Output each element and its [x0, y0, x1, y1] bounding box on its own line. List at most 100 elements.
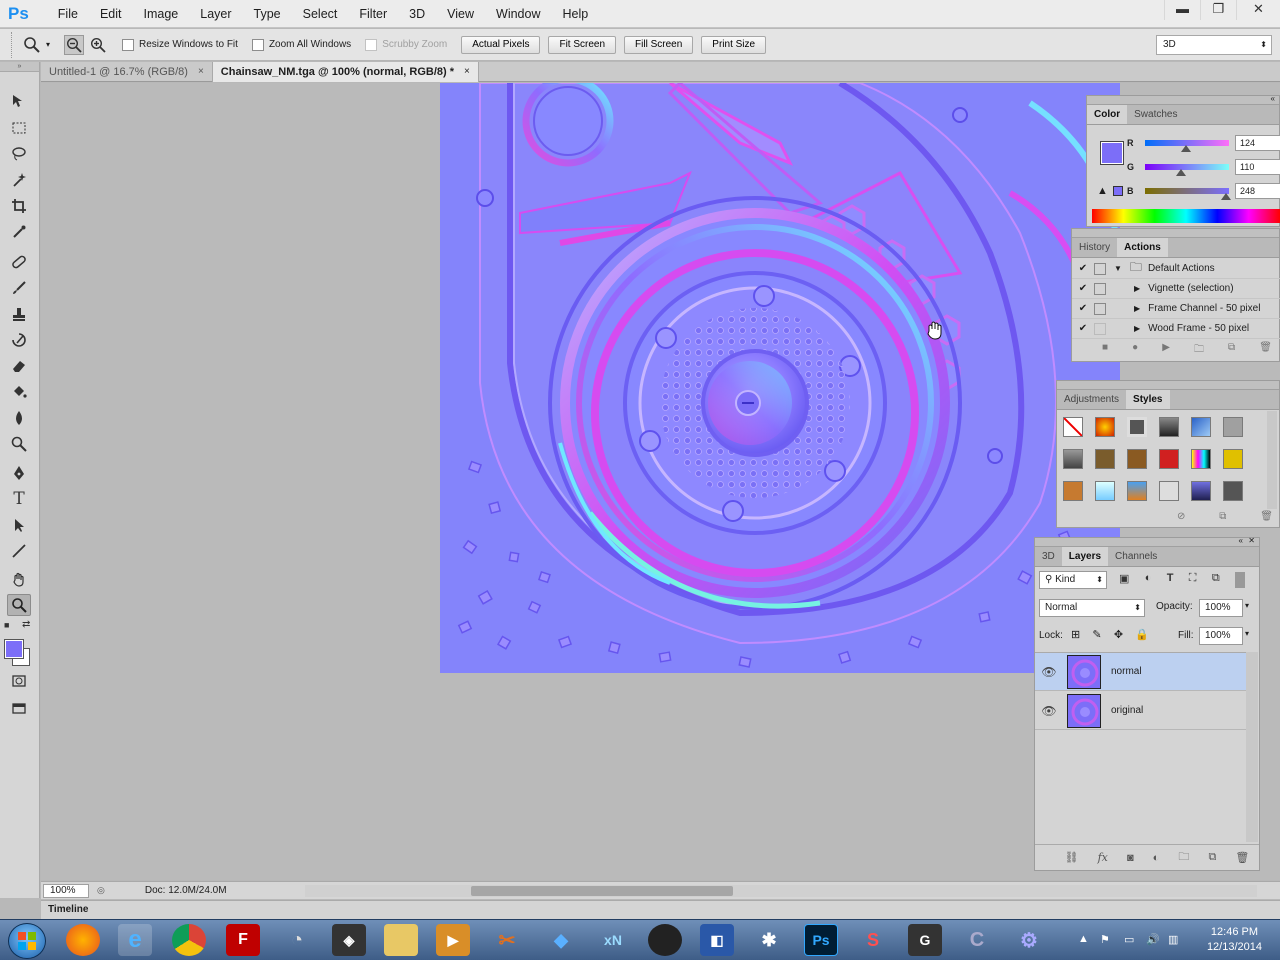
normal-map-image[interactable] [440, 83, 1120, 673]
stop-icon[interactable]: ■ [1102, 342, 1108, 359]
red-slider[interactable] [1145, 140, 1229, 152]
check-icon[interactable]: ✔ [1072, 263, 1094, 274]
default-colors-icon[interactable]: ■ [4, 620, 9, 630]
style-swatch[interactable] [1159, 449, 1179, 469]
expanded-triangle-icon[interactable]: ▼ [1114, 264, 1122, 273]
display-icon[interactable]: ▭ [1124, 933, 1134, 946]
menu-type[interactable]: Type [243, 7, 292, 21]
close-tab-icon[interactable]: × [464, 62, 470, 82]
dropbox-icon[interactable]: ◆ [544, 924, 578, 956]
gamut-warning-icon[interactable]: ▲ [1097, 185, 1108, 197]
styles-scrollbar[interactable] [1267, 411, 1277, 509]
style-swatch[interactable] [1191, 417, 1211, 437]
action-set-default[interactable]: ✔ ▼ 🗀 Default Actions [1072, 259, 1280, 279]
cc-app-icon[interactable]: C [960, 924, 994, 956]
healing-brush-tool-icon[interactable] [7, 251, 31, 273]
tools-collapse-icon[interactable]: » [0, 62, 39, 72]
history-brush-tool-icon[interactable] [7, 329, 31, 351]
panel-grip[interactable] [1072, 229, 1279, 238]
chrome-icon[interactable] [172, 924, 206, 956]
paint-bucket-tool-icon[interactable] [7, 381, 31, 403]
zoom-tool-preset-icon[interactable] [22, 35, 42, 55]
foreground-color-swatch[interactable] [4, 639, 24, 659]
dodge-tool-icon[interactable] [7, 433, 31, 455]
xnview-icon[interactable]: xN [596, 924, 630, 956]
menu-edit[interactable]: Edit [89, 7, 133, 21]
settings-app-icon[interactable]: ⚙ [1012, 924, 1046, 956]
volume-icon[interactable]: 🔊 [1146, 933, 1160, 946]
tab-channels[interactable]: Channels [1108, 547, 1164, 566]
style-swatch[interactable] [1159, 481, 1179, 501]
collapsed-triangle-icon[interactable]: ▶ [1134, 284, 1140, 293]
tab-3d[interactable]: 3D [1035, 547, 1062, 566]
collapsed-triangle-icon[interactable]: ▶ [1134, 304, 1140, 313]
checkbox-box[interactable] [122, 38, 135, 51]
layer-thumbnail[interactable] [1067, 693, 1101, 728]
fill-screen-button[interactable]: Fill Screen [624, 35, 694, 54]
link-layers-icon[interactable]: ⛓ [1065, 851, 1079, 864]
dialog-toggle-box[interactable] [1094, 262, 1106, 275]
tray-expand-icon[interactable]: ▲ [1078, 933, 1089, 945]
horizontal-scrollbar[interactable] [305, 885, 1257, 897]
photoshop-taskbar-icon[interactable]: Ps [804, 924, 838, 956]
eyedropper-tool-icon[interactable] [7, 221, 31, 243]
green-value[interactable]: 110 [1235, 159, 1280, 175]
menu-view[interactable]: View [436, 7, 485, 21]
delete-layer-icon[interactable]: 🗑 [1235, 851, 1249, 864]
actual-pixels-button[interactable]: Actual Pixels [461, 35, 541, 54]
style-swatch[interactable] [1223, 481, 1243, 501]
steam-icon[interactable]: G [908, 924, 942, 956]
substance-icon[interactable]: S [856, 924, 890, 956]
layer-style-fx-icon[interactable]: fx [1098, 851, 1108, 864]
color-spectrum-bar[interactable] [1092, 209, 1280, 223]
lock-position-icon[interactable]: ✥ [1114, 628, 1123, 641]
checkbox-box[interactable] [365, 38, 378, 51]
smart-object-filter-icon[interactable]: ⧉ [1212, 572, 1220, 588]
style-swatch[interactable] [1095, 449, 1115, 469]
magic-wand-tool-icon[interactable] [7, 169, 31, 191]
opacity-dropdown-icon[interactable]: ▾ [1245, 601, 1249, 610]
layer-row-normal[interactable]: 👁 normal [1035, 653, 1247, 691]
new-layer-icon[interactable]: ⧉ [1208, 851, 1216, 864]
menu-filter[interactable]: Filter [348, 7, 398, 21]
layer-thumbnail[interactable] [1067, 654, 1101, 689]
new-set-icon[interactable]: 🗀 [1194, 342, 1204, 359]
menu-layer[interactable]: Layer [189, 7, 242, 21]
blue-value[interactable]: 248 [1235, 183, 1280, 199]
check-icon[interactable]: ✔ [1072, 323, 1094, 334]
new-style-icon[interactable]: ⧉ [1219, 511, 1226, 522]
firefox-icon[interactable] [66, 924, 100, 956]
collapse-icon[interactable]: « [1239, 536, 1243, 545]
start-button[interactable] [8, 923, 46, 959]
style-swatch[interactable] [1063, 481, 1083, 501]
scrollbar-thumb[interactable] [471, 886, 733, 896]
type-tool-icon[interactable]: T [7, 488, 31, 510]
pen-tool-icon[interactable] [7, 462, 31, 484]
collapse-icon[interactable]: « [1271, 94, 1275, 103]
tab-adjustments[interactable]: Adjustments [1057, 390, 1126, 409]
slider-knob[interactable] [1221, 193, 1232, 200]
clear-style-icon[interactable]: ⊘ [1177, 511, 1185, 522]
visibility-eye-icon[interactable]: 👁 [1035, 704, 1063, 718]
quick-mask-icon[interactable] [7, 670, 31, 692]
network-icon[interactable]: ▥ [1168, 933, 1178, 946]
blend-mode-select[interactable]: Normal ⬍ [1039, 599, 1145, 617]
style-swatch[interactable] [1127, 449, 1147, 469]
adjustment-layer-icon[interactable]: ◐ [1153, 852, 1160, 864]
zoom-out-mode-icon[interactable] [64, 34, 85, 55]
style-swatch[interactable] [1191, 481, 1211, 501]
clone-stamp-tool-icon[interactable] [7, 303, 31, 325]
style-swatch[interactable] [1095, 481, 1115, 501]
crop-tool-icon[interactable] [7, 195, 31, 217]
tab-swatches[interactable]: Swatches [1127, 105, 1184, 124]
collapsed-triangle-icon[interactable]: ▶ [1134, 324, 1140, 333]
status-info-icon[interactable]: ◎ [97, 885, 105, 896]
close-tab-icon[interactable]: × [198, 62, 204, 82]
screen-mode-icon[interactable] [7, 698, 31, 720]
checkbox-box[interactable] [251, 38, 264, 51]
tab-chainsaw-nm[interactable]: Chainsaw_NM.tga @ 100% (normal, RGB/8) *… [212, 62, 479, 82]
action-wood-frame[interactable]: ✔ ▶ Wood Frame - 50 pixel [1072, 319, 1280, 339]
fill-field[interactable]: 100% [1199, 627, 1243, 645]
new-group-icon[interactable]: 🗀 [1178, 848, 1189, 867]
timeline-panel-tab[interactable]: Timeline [41, 900, 1280, 919]
